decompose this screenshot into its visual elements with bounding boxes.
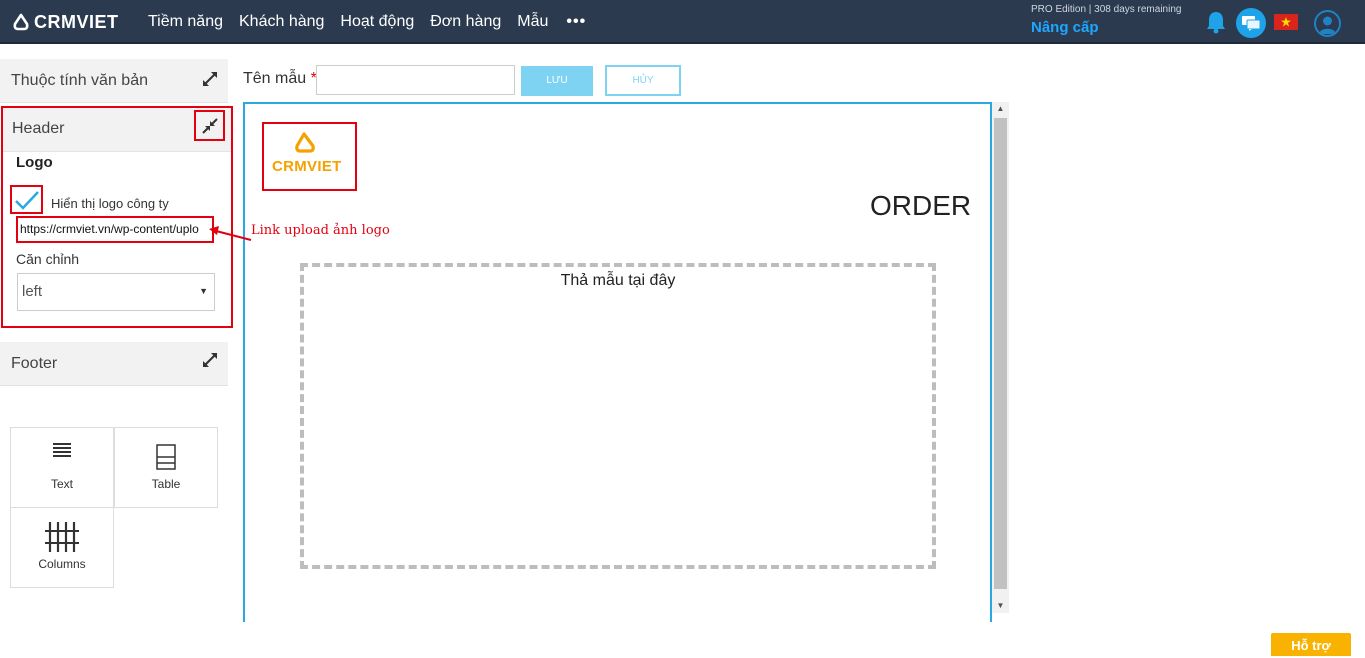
nav-more-button[interactable]: ••• bbox=[566, 13, 586, 31]
annotation-text: Link upload ảnh logo bbox=[251, 223, 390, 238]
bell-icon[interactable] bbox=[1205, 10, 1227, 34]
chat-icon[interactable] bbox=[1236, 8, 1266, 38]
header-title: Header bbox=[12, 120, 65, 137]
save-button[interactable]: LƯU bbox=[521, 66, 593, 96]
expand-icon[interactable] bbox=[202, 352, 218, 368]
tile-columns[interactable]: Columns bbox=[10, 507, 114, 588]
collapse-icon[interactable] bbox=[194, 110, 225, 141]
header-section: Header Logo Hiển thị logo công ty https:… bbox=[1, 106, 233, 328]
crmviet-logo[interactable]: CRMVIET bbox=[12, 11, 119, 33]
crmviet-logo-icon bbox=[13, 13, 29, 31]
scroll-down-arrow-icon[interactable]: ▼ bbox=[992, 599, 1009, 613]
scroll-up-arrow-icon[interactable]: ▲ bbox=[992, 102, 1009, 116]
nav-item-don-hang[interactable]: Đơn hàng bbox=[430, 13, 501, 31]
logo-url-field[interactable]: https://crmviet.vn/wp-content/uplo bbox=[16, 216, 214, 243]
canvas-logo-text: CRMVIET bbox=[272, 158, 342, 175]
upgrade-link[interactable]: Nâng cấp bbox=[1031, 19, 1099, 36]
order-title: ORDER bbox=[870, 190, 972, 221]
cancel-button[interactable]: HỦY bbox=[605, 65, 681, 96]
text-lines-icon bbox=[11, 442, 113, 458]
annotation-arrow bbox=[209, 226, 252, 241]
checkmark-icon bbox=[14, 190, 39, 210]
logo-text: CRMVIET bbox=[34, 11, 119, 32]
canvas-logo[interactable]: CRMVIET bbox=[262, 122, 357, 191]
support-button[interactable]: Hỗ trợ bbox=[1271, 633, 1351, 656]
drop-zone[interactable]: Thả mẫu tại đây bbox=[300, 263, 936, 569]
template-canvas[interactable]: CRMVIET ORDER Thả mẫu tại đây bbox=[243, 102, 992, 622]
crmviet-logo-image bbox=[295, 132, 315, 153]
canvas-scrollbar[interactable]: ▲ ▼ bbox=[992, 102, 1009, 613]
table-icon bbox=[115, 444, 217, 470]
logo-section-label: Logo bbox=[16, 154, 53, 171]
template-name-label-text: Tên mẫu bbox=[243, 70, 307, 87]
vietnam-flag-icon[interactable] bbox=[1274, 14, 1298, 30]
tile-table[interactable]: Table bbox=[114, 427, 218, 508]
header-section-bar[interactable]: Header bbox=[3, 108, 231, 152]
edition-info: PRO Edition | 308 days remaining bbox=[1031, 4, 1182, 15]
nav-item-hoat-dong[interactable]: Hoạt động bbox=[340, 13, 414, 31]
expand-icon[interactable] bbox=[202, 71, 218, 87]
user-avatar-icon[interactable] bbox=[1314, 10, 1341, 37]
caret-down-icon: ▼ bbox=[199, 286, 208, 296]
align-label: Căn chỉnh bbox=[16, 251, 80, 267]
template-name-input[interactable] bbox=[316, 65, 515, 95]
show-logo-checkbox[interactable] bbox=[10, 185, 43, 214]
tile-table-label: Table bbox=[151, 477, 181, 491]
nav-item-mau[interactable]: Mẫu bbox=[517, 13, 548, 31]
tile-text-label: Text bbox=[50, 477, 73, 491]
show-logo-label: Hiển thị logo công ty bbox=[51, 196, 169, 211]
top-navbar: CRMVIET Tiềm năng Khách hàng Hoạt động Đ… bbox=[0, 0, 1365, 44]
tile-text[interactable]: Text bbox=[10, 427, 114, 508]
main-nav: Tiềm năng Khách hàng Hoạt động Đơn hàng … bbox=[148, 0, 586, 44]
align-select[interactable]: left ▼ bbox=[17, 273, 215, 311]
nav-item-tiem-nang[interactable]: Tiềm năng bbox=[148, 13, 223, 31]
nav-item-khach-hang[interactable]: Khách hàng bbox=[239, 13, 324, 31]
footer-title: Footer bbox=[11, 355, 58, 372]
scroll-thumb[interactable] bbox=[994, 118, 1007, 589]
columns-icon bbox=[11, 522, 113, 552]
footer-section[interactable]: Footer bbox=[0, 342, 228, 386]
align-select-value: left bbox=[22, 283, 43, 300]
doc-properties-panel[interactable]: Thuộc tính văn bản bbox=[0, 59, 228, 103]
tile-columns-label: Columns bbox=[38, 557, 86, 571]
template-name-label: Tên mẫu * bbox=[243, 70, 317, 88]
drop-zone-text: Thả mẫu tại đây bbox=[560, 272, 676, 289]
doc-properties-title: Thuộc tính văn bản bbox=[11, 72, 148, 89]
